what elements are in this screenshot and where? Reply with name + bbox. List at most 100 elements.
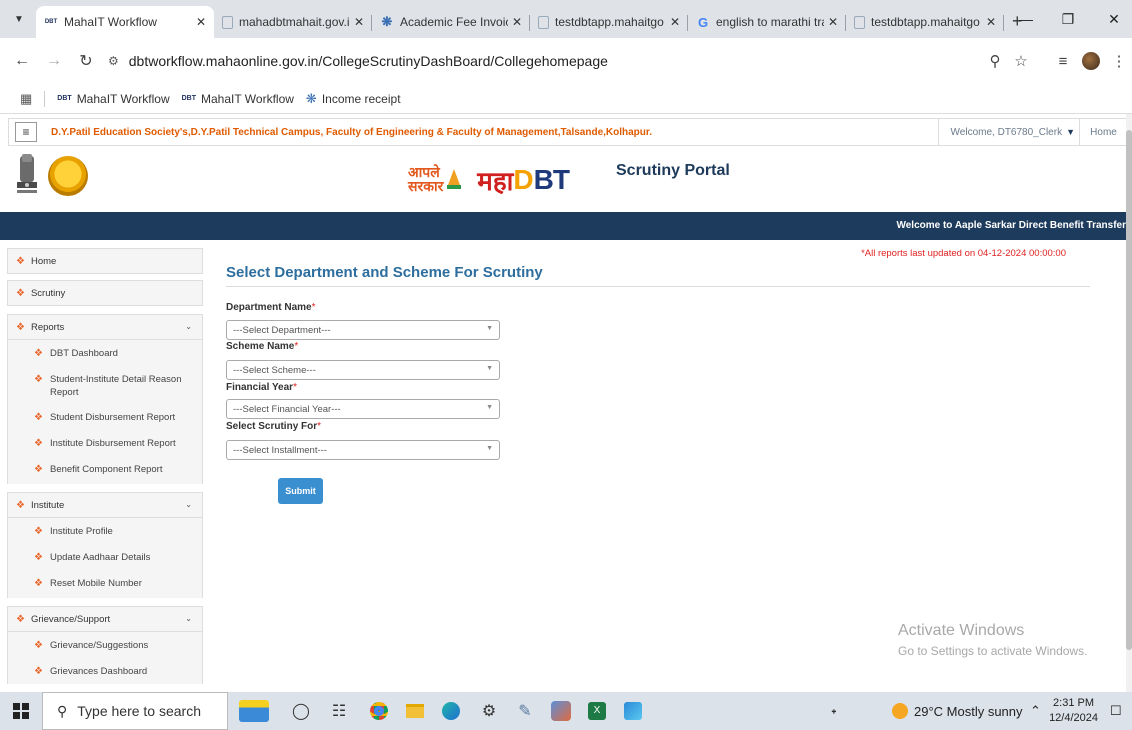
system-clock[interactable]: 2:31 PM 12/4/2024 [1049,696,1098,726]
close-tab-icon[interactable]: ✕ [512,15,522,29]
hamburger-menu-icon[interactable]: ≡ [15,122,37,142]
sidebar-item-label: Student-Institute Detail Reason Report [50,374,182,398]
site-info-icon[interactable]: ⚙ [108,54,119,68]
cortana-icon[interactable]: ◯ [288,698,314,724]
sidebar-item-reports[interactable]: ❖ Reports ⌄ [7,314,203,340]
minimize-button[interactable]: — [1006,6,1046,32]
national-emblem-icon [17,154,37,193]
tab-title: english to marathi tra [716,15,824,29]
tab-search-dropdown[interactable]: ▼ [8,8,30,30]
home-link[interactable]: Home [1079,119,1127,145]
bookmark-income-receipt[interactable]: ❋ Income receipt [306,91,401,107]
sidebar-item-grievance-support[interactable]: ❖ Grievance/Support ⌄ [7,606,203,632]
settings-icon[interactable]: ⚙ [476,698,502,724]
file-explorer-icon[interactable] [402,698,428,724]
financial-year-label: Financial Year* [226,382,297,393]
taskbar-search-box[interactable]: ⚲ Type here to search [42,692,228,730]
zoom-icon[interactable]: ⚲ [984,50,1006,72]
news-widget-icon[interactable] [236,698,272,724]
select-value: ---Select Scheme--- [233,364,316,376]
reload-button[interactable]: ↻ [72,47,100,75]
bookmark-mahait-workflow-1[interactable]: DBT MahaIT Workflow [57,92,169,106]
sidebar-item-dbt-dashboard[interactable]: ❖ DBT Dashboard [8,340,202,366]
diamond-icon: ❖ [34,578,43,589]
title-divider [226,286,1090,287]
edge-icon[interactable] [438,698,464,724]
dbt-icon: DBT [57,95,72,102]
diamond-icon: ❖ [34,526,43,537]
task-view-icon[interactable]: ☷ [326,698,352,724]
paint-icon[interactable]: ✎ [512,698,538,724]
tab-mahadbt[interactable]: mahadbtmahait.gov.i ✕ [214,6,372,38]
sidebar-item-label: Institute Profile [50,526,113,537]
photos-icon[interactable] [620,698,646,724]
reading-list-icon[interactable]: ≡ [1052,50,1074,72]
sidebar-item-institute-profile[interactable]: ❖ Institute Profile [8,518,202,544]
tab-testdbtapp-2[interactable]: testdbtapp.mahaitgo ✕ [846,6,1004,38]
restore-button[interactable]: ❐ [1048,6,1088,32]
clock-date: 12/4/2024 [1049,712,1098,724]
windows-start-button[interactable] [0,692,42,730]
scrollbar-thumb[interactable] [1126,130,1132,650]
chevron-up-icon[interactable]: ⌃ [1030,692,1041,730]
weather-text: 29°C Mostly sunny [914,703,1023,719]
close-window-button[interactable]: ✕ [1094,6,1132,32]
bookmark-label: Income receipt [321,91,401,106]
sidebar-item-label: Student Disbursement Report [50,412,176,423]
sidebar-item-update-aadhaar-details[interactable]: ❖ Update Aadhaar Details [8,544,202,570]
sidebar-item-student-institute-detail-reason-report[interactable]: ❖ Student-Institute Detail Reason Report [8,366,202,404]
bookmark-mahait-workflow-2[interactable]: DBT MahaIT Workflow [182,92,294,106]
sidebar-item-label: Scrutiny [30,287,66,299]
weather-widget[interactable]: 29°C Mostly sunny [892,692,1023,730]
logo-aaple: आपले [408,165,440,181]
more-menu-icon[interactable]: ⋮ [1108,50,1130,72]
sidebar: ❖ Home ❖ Scrutiny ❖ Reports ⌄ ❖ DBT Dashb… [7,248,203,692]
dbt-icon: DBT [181,95,196,102]
chrome-icon[interactable] [366,698,392,724]
people-icon[interactable]: ᛭ [830,692,838,730]
user-menu[interactable]: Welcome, DT6780_Clerk ▼ [937,119,1075,145]
financial-year-select[interactable]: ---Select Financial Year--- ▼ [226,399,500,419]
sidebar-item-label: Grievance/Suggestions [50,640,149,651]
bookmark-star-icon[interactable]: ☆ [1010,50,1032,72]
tab-academic-fee-invoice[interactable]: ❋ Academic Fee Invoice ✕ [372,6,530,38]
close-tab-icon[interactable]: ✕ [670,15,680,29]
sidebar-item-home[interactable]: ❖ Home [7,248,203,274]
notifications-icon[interactable]: ☐ [1110,692,1122,730]
nav-welcome-text: Welcome to Aaple Sarkar Direct Benefit T… [896,220,1126,231]
scheme-select[interactable]: ---Select Scheme--- ▼ [226,360,500,380]
forward-button[interactable]: → [40,47,68,75]
sidebar-submenu-grievance: ❖ Grievance/Suggestions ❖ Grievances Dashb… [7,632,203,684]
required-mark: * [294,341,299,352]
sidebar-item-label: DBT Dashboard [50,348,118,359]
sidebar-item-grievances-dashboard[interactable]: ❖ Grievances Dashboard [8,658,202,684]
sidebar-item-reset-mobile-number[interactable]: ❖ Reset Mobile Number [8,570,202,598]
excel-icon[interactable]: X [584,698,610,724]
sidebar-item-institute-disbursement-report[interactable]: ❖ Institute Disbursement Report [8,430,202,456]
close-tab-icon[interactable]: ✕ [196,15,206,29]
sidebar-item-grievance-suggestions[interactable]: ❖ Grievance/Suggestions [8,632,202,658]
tab-english-to-marathi[interactable]: G english to marathi tra ✕ [688,6,846,38]
tab-mahait-workflow[interactable]: DBT MahaIT Workflow ✕ [36,6,214,38]
back-button[interactable]: ← [8,47,36,75]
profile-avatar[interactable] [1080,50,1102,72]
close-tab-icon[interactable]: ✕ [354,15,364,29]
sidebar-item-student-disbursement-report[interactable]: ❖ Student Disbursement Report [8,404,202,430]
sidebar-item-label: Update Aadhaar Details [50,552,151,563]
close-tab-icon[interactable]: ✕ [828,15,838,29]
snipping-tool-icon[interactable] [548,698,574,724]
sidebar-item-institute[interactable]: ❖ Institute ⌄ [7,492,203,518]
department-select[interactable]: ---Select Department--- ▼ [226,320,500,340]
tab-testdbtapp-1[interactable]: testdbtapp.mahaitgo ✕ [530,6,688,38]
apps-grid-icon[interactable]: ▦ [20,91,32,107]
submit-button[interactable]: Submit [278,478,323,504]
sidebar-item-label: Grievance/Support [30,613,111,625]
sidebar-submenu-institute: ❖ Institute Profile ❖ Update Aadhaar Detai… [7,518,203,598]
sidebar-item-scrutiny[interactable]: ❖ Scrutiny [7,280,203,306]
sidebar-item-benefit-component-report[interactable]: ❖ Benefit Component Report [8,456,202,484]
required-mark: * [311,302,316,313]
close-tab-icon[interactable]: ✕ [986,15,996,29]
sidebar-item-label: Reset Mobile Number [50,578,142,589]
installment-select[interactable]: ---Select Installment--- ▼ [226,440,500,460]
address-bar[interactable]: ⚙ dbtworkflow.mahaonline.gov.in/CollegeS… [108,46,968,76]
